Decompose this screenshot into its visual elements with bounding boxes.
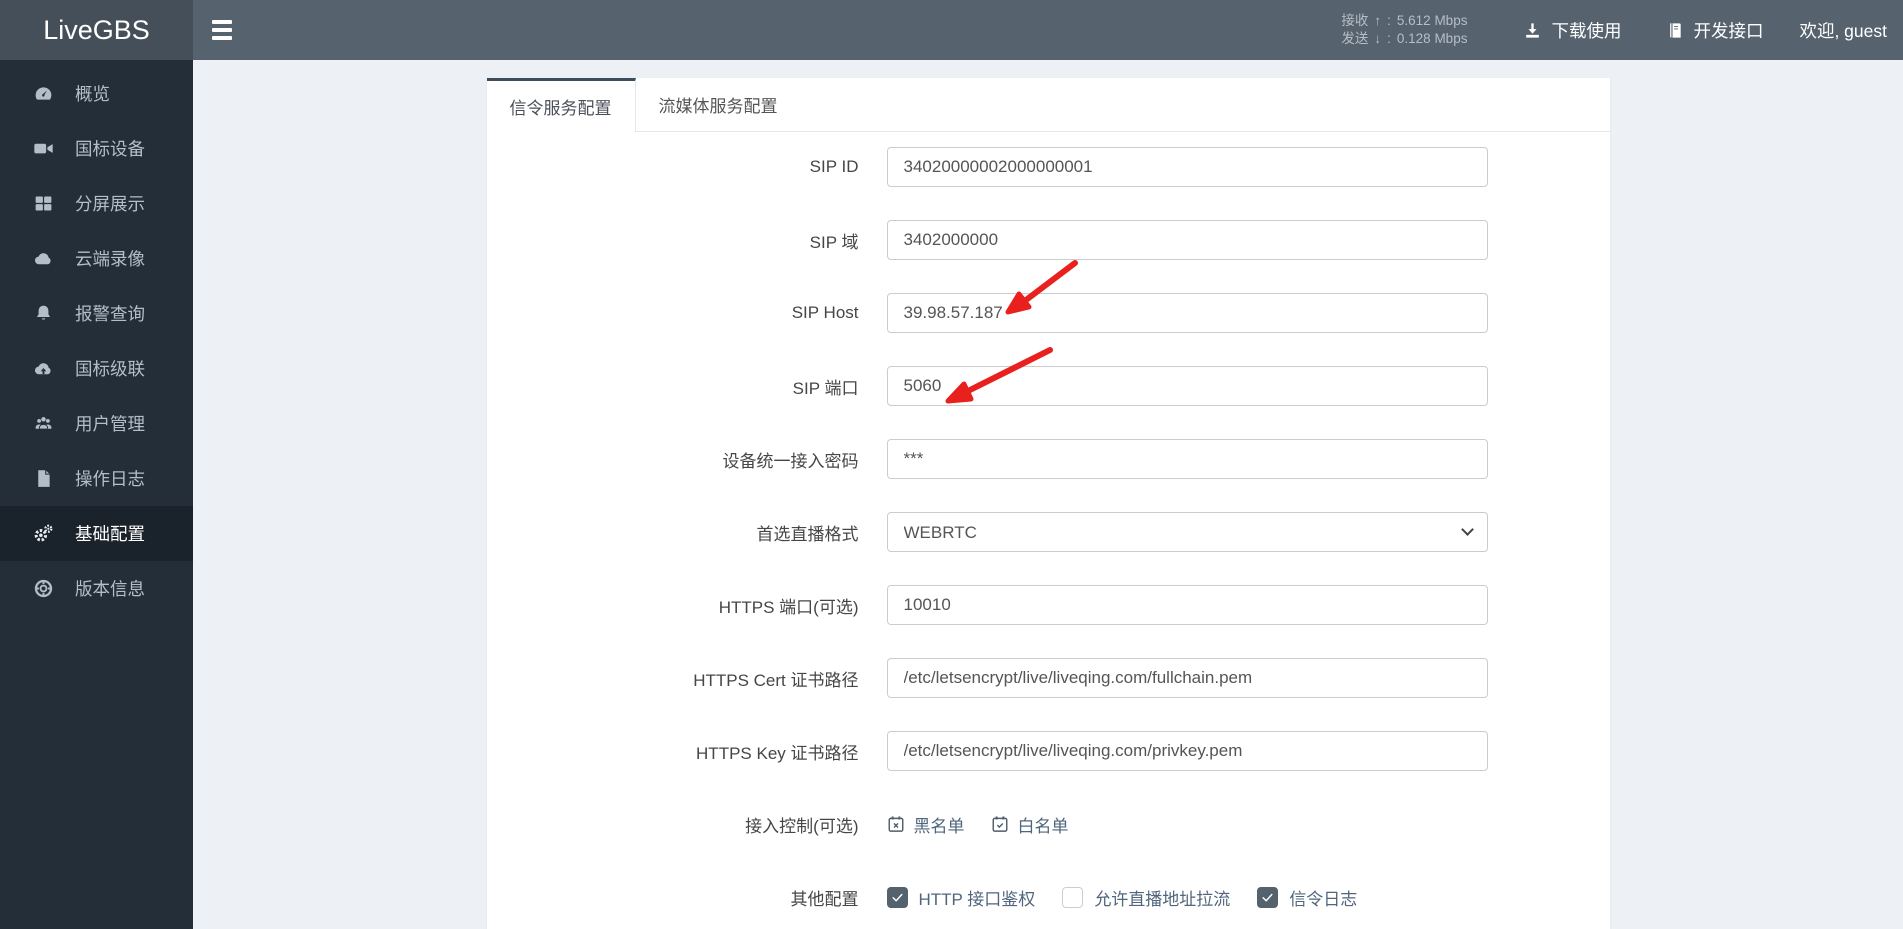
sidebar-toggle-button[interactable]: [193, 0, 251, 60]
sip-host-input[interactable]: [886, 293, 1488, 333]
http-auth-checkbox[interactable]: HTTP 接口鉴权: [886, 885, 1035, 910]
app-logo: LiveGBS: [0, 0, 193, 60]
cloud-icon: [34, 253, 51, 265]
grid-icon: [35, 196, 52, 211]
form-row: SIP ID: [487, 147, 1610, 187]
form-row: 设备统一接入密码: [487, 439, 1610, 479]
form-row: HTTPS Cert 证书路径: [487, 658, 1610, 698]
tx-value: 0.128 Mbps: [1396, 31, 1468, 46]
bell-icon: [36, 305, 51, 320]
sip-host-label: SIP Host: [791, 303, 859, 322]
sidebar-item-operation-log[interactable]: 操作日志: [0, 451, 193, 506]
gears-icon: [34, 524, 53, 542]
form-row: SIP 域: [487, 220, 1610, 260]
form-row: SIP 端口: [487, 366, 1610, 406]
checkbox-unchecked-icon: [1062, 886, 1084, 908]
https-cert-input[interactable]: [886, 658, 1488, 698]
calendar-check-icon: [992, 816, 1007, 832]
download-link[interactable]: 下载使用: [1523, 18, 1621, 43]
config-tabs: 信令服务配置 流媒体服务配置: [486, 78, 1610, 132]
cloud-upload-icon: [34, 363, 51, 375]
sidebar-item-version-info[interactable]: 版本信息: [0, 561, 193, 616]
sidebar-item-basic-config[interactable]: 基础配置: [0, 506, 193, 561]
up-arrow-icon: ↑: [1374, 13, 1382, 28]
signal-config-form: SIP ID SIP 域 SIP Host SIP 端口 设备统一接入密码 首选: [487, 132, 1610, 917]
device-password-label: 设备统一接入密码: [722, 451, 859, 471]
whitelist-link[interactable]: 白名单: [991, 812, 1069, 837]
tx-label: 发送: [1341, 31, 1369, 46]
config-card: 信令服务配置 流媒体服务配置 SIP ID SIP 域 SIP Host SIP…: [486, 78, 1610, 929]
form-row: SIP Host: [487, 293, 1610, 333]
device-password-input[interactable]: [886, 439, 1488, 479]
sidebar-item-overview[interactable]: 概览: [0, 66, 193, 121]
https-port-input[interactable]: [886, 585, 1488, 625]
sip-domain-label: SIP 域: [809, 232, 859, 252]
book-icon: [1670, 22, 1682, 38]
sip-id-label: SIP ID: [809, 157, 859, 176]
access-control-label: 接入控制(可选): [745, 816, 859, 836]
file-icon: [38, 470, 50, 487]
sidebar-item-cloud-record[interactable]: 云端录像: [0, 231, 193, 286]
sidebar-item-alarm-query[interactable]: 报警查询: [0, 286, 193, 341]
top-navbar: LiveGBS 接收 ↑ : 5.612 Mbps 发送 ↓ : 0.128 M…: [0, 0, 1903, 60]
sidebar-item-user-management[interactable]: 用户管理: [0, 396, 193, 451]
allow-pull-stream-checkbox[interactable]: 允许直播地址拉流: [1062, 885, 1230, 910]
rx-label: 接收: [1341, 13, 1369, 28]
blacklist-link[interactable]: 黑名单: [887, 812, 965, 837]
preferred-format-label: 首选直播格式: [756, 524, 859, 544]
main-content: 信令服务配置 流媒体服务配置 SIP ID SIP 域 SIP Host SIP…: [193, 60, 1903, 929]
sip-port-label: SIP 端口: [792, 378, 859, 398]
other-config-label: 其他配置: [790, 889, 859, 909]
users-icon: [35, 417, 52, 430]
dashboard-icon: [35, 87, 52, 100]
sidebar-item-gb-cascade[interactable]: 国标级联: [0, 341, 193, 396]
preferred-format-select[interactable]: WEBRTC: [886, 512, 1488, 552]
https-cert-label: HTTPS Cert 证书路径: [693, 670, 859, 690]
form-row: HTTPS Key 证书路径: [487, 731, 1610, 771]
signal-log-checkbox[interactable]: 信令日志: [1257, 885, 1357, 910]
tab-signal-service-config[interactable]: 信令服务配置: [486, 78, 636, 132]
download-icon: [1526, 22, 1540, 38]
calendar-x-icon: [888, 816, 903, 832]
form-row: 接入控制(可选) 黑名单 白名单: [487, 804, 1610, 844]
checkbox-checked-icon: [1257, 886, 1279, 908]
form-row: 首选直播格式 WEBRTC: [487, 512, 1610, 552]
https-port-label: HTTPS 端口(可选): [718, 597, 859, 617]
rx-value: 5.612 Mbps: [1396, 13, 1468, 28]
form-row: HTTPS 端口(可选): [487, 585, 1610, 625]
network-stats: 接收 ↑ : 5.612 Mbps 发送 ↓ : 0.128 Mbps: [1341, 13, 1468, 46]
info-icon: [34, 579, 53, 598]
checkbox-checked-icon: [886, 886, 908, 908]
camera-icon: [34, 143, 53, 154]
https-key-label: HTTPS Key 证书路径: [696, 743, 859, 763]
https-key-input[interactable]: [886, 731, 1488, 771]
down-arrow-icon: ↓: [1374, 31, 1382, 46]
sip-id-input[interactable]: [886, 147, 1488, 187]
sidebar: 概览 国标设备 分屏展示 云端录像 报警查询 国标级联 用户管理 操作日志 基础…: [0, 60, 193, 929]
sip-port-input[interactable]: [886, 366, 1488, 406]
sidebar-item-split-screen[interactable]: 分屏展示: [0, 176, 193, 231]
user-welcome[interactable]: 欢迎, guest: [1799, 18, 1887, 43]
tab-media-service-config[interactable]: 流媒体服务配置: [636, 78, 801, 131]
sip-domain-input[interactable]: [886, 220, 1488, 260]
hamburger-icon: [212, 20, 232, 24]
form-row: 其他配置 HTTP 接口鉴权 允许直播地址拉流 信令日志: [487, 877, 1610, 917]
api-docs-link[interactable]: 开发接口: [1665, 18, 1763, 43]
sidebar-item-gb-devices[interactable]: 国标设备: [0, 121, 193, 176]
